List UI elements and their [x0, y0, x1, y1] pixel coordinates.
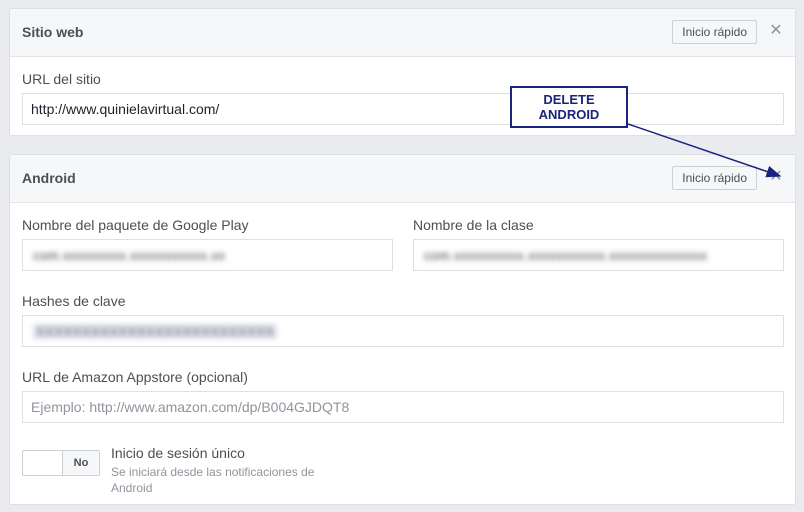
sso-description: Se iniciará desde las notificaciones de …: [111, 465, 315, 495]
delete-android-annotation: DELETE ANDROID: [510, 86, 628, 128]
website-panel-title: Sitio web: [22, 24, 84, 40]
amazon-url-label: URL de Amazon Appstore (opcional): [22, 369, 248, 385]
key-hashes-label: Hashes de clave: [22, 293, 126, 309]
class-name-value: com.xxxxxxxxxx.xxxxxxxxxxx.xxxxxxxxxxxxx…: [424, 248, 708, 263]
android-quick-start-button[interactable]: Inicio rápido: [672, 166, 757, 190]
class-name-input[interactable]: com.xxxxxxxxxx.xxxxxxxxxxx.xxxxxxxxxxxxx…: [413, 239, 784, 271]
android-panel-header: Android Inicio rápido ✕: [10, 155, 795, 203]
annotation-line-1: DELETE: [543, 92, 595, 107]
class-name-label: Nombre de la clase: [413, 217, 534, 233]
key-hashes-input[interactable]: XXXXXXXXXXXXXXXXXXXXXXXXXX: [22, 315, 784, 347]
package-name-label: Nombre del paquete de Google Play: [22, 217, 249, 233]
android-close-icon[interactable]: ✕: [769, 169, 783, 185]
site-url-input[interactable]: [22, 93, 784, 125]
key-hashes-value: XXXXXXXXXXXXXXXXXXXXXXXXXX: [33, 324, 278, 339]
sso-toggle-state: No: [62, 451, 99, 475]
android-panel-title: Android: [22, 170, 76, 186]
sso-title: Inicio de sesión único: [111, 445, 245, 461]
package-name-value: com.xxxxxxxxx.xxxxxxxxxxx.xx: [33, 248, 226, 263]
package-name-input[interactable]: com.xxxxxxxxx.xxxxxxxxxxx.xx: [22, 239, 393, 271]
amazon-url-input[interactable]: [22, 391, 784, 423]
site-url-label: URL del sitio: [22, 71, 101, 87]
website-panel-header: Sitio web Inicio rápido ✕: [10, 9, 795, 57]
website-panel: Sitio web Inicio rápido ✕ URL del sitio: [9, 8, 796, 136]
website-close-icon[interactable]: ✕: [769, 23, 783, 39]
single-sign-on-toggle[interactable]: No: [22, 450, 100, 476]
annotation-line-2: ANDROID: [538, 107, 600, 122]
android-panel: Android Inicio rápido ✕ Nombre del paque…: [9, 154, 796, 505]
website-quick-start-button[interactable]: Inicio rápido: [672, 20, 757, 44]
